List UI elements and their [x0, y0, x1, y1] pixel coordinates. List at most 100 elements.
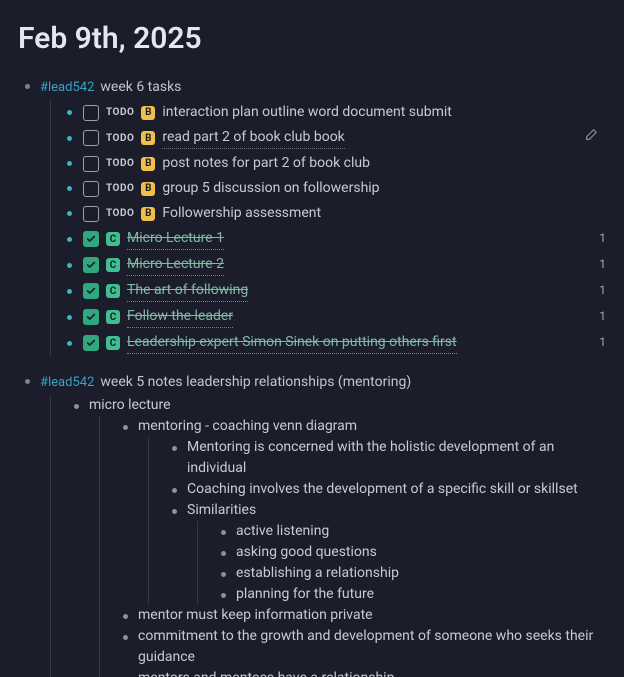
todo-label: TODO: [106, 206, 134, 221]
bullet-icon: [67, 237, 72, 242]
todo-label: TODO: [106, 105, 134, 120]
priority-badge: B: [141, 182, 155, 196]
task-checkbox[interactable]: [83, 283, 99, 299]
spacer: [18, 356, 606, 370]
section-header: week 6 tasks: [100, 77, 181, 98]
note-item[interactable]: Coaching involves the development of a s…: [165, 479, 606, 500]
note-item[interactable]: micro lecture mentoring - coaching venn d…: [67, 395, 606, 677]
note-text: commitment to the growth and development…: [138, 628, 593, 665]
task-row[interactable]: TODO Bpost notes for part 2 of book club: [67, 151, 606, 176]
task-row[interactable]: C Micro Lecture 2 1: [67, 252, 606, 278]
todo-label: TODO: [106, 156, 134, 171]
note-text: Coaching involves the development of a s…: [187, 481, 578, 497]
bullet-icon: [67, 110, 72, 115]
task-text: Followership assessment: [162, 203, 321, 224]
bullet-icon: [67, 186, 72, 191]
priority-badge: B: [141, 131, 155, 145]
note-item[interactable]: active listening: [214, 521, 606, 542]
bullet-icon: [67, 161, 72, 166]
task-row[interactable]: TODO Binteraction plan outline word docum…: [67, 100, 606, 125]
task-text[interactable]: Follow the leader: [127, 306, 233, 328]
note-children: Mentoring is concerned with the holistic…: [165, 437, 606, 605]
ref-count: 1: [599, 255, 606, 273]
note-text: Mentoring is concerned with the holistic…: [187, 439, 554, 476]
bullet-icon: [67, 289, 72, 294]
task-text[interactable]: Micro Lecture 2: [127, 254, 224, 276]
bullet-icon: [67, 136, 72, 141]
ref-count: 1: [599, 333, 606, 351]
todo-label: TODO: [106, 181, 134, 196]
note-text: active listening: [236, 523, 329, 539]
task-row[interactable]: TODO B Followership assessment: [67, 201, 606, 226]
page-title: Feb 9th, 2025: [18, 16, 606, 61]
note-text: mentor must keep information private: [138, 607, 373, 623]
note-text: mentors and mentees have a relationship: [138, 670, 394, 677]
note-item[interactable]: asking good questions: [214, 542, 606, 563]
note-item[interactable]: commitment to the growth and development…: [116, 626, 606, 668]
note-children: mentoring - coaching venn diagram Mentori…: [116, 416, 606, 677]
todo-label: TODO: [106, 131, 134, 146]
hashtag-lead542[interactable]: #lead542: [40, 373, 94, 393]
task-text[interactable]: read part 2 of book club book: [162, 127, 344, 149]
bullet-icon: [67, 315, 72, 320]
task-checkbox[interactable]: [83, 335, 99, 351]
priority-badge: C: [106, 258, 120, 272]
bullet-icon: [67, 211, 72, 216]
priority-badge: B: [141, 106, 155, 120]
task-row[interactable]: TODO Bread part 2 of book club book: [67, 125, 606, 151]
note-text: planning for the future: [236, 586, 374, 602]
ref-count: 1: [599, 229, 606, 247]
task-text[interactable]: Leadership expert Simon Sinek on putting…: [127, 332, 457, 354]
task-row[interactable]: C Leadership expert Simon Sinek on puttin…: [67, 330, 606, 356]
task-row[interactable]: C Follow the leader 1: [67, 304, 606, 330]
task-checkbox[interactable]: [83, 206, 99, 222]
task-checkbox[interactable]: [83, 309, 99, 325]
note-item[interactable]: establishing a relationship: [214, 563, 606, 584]
note-text: asking good questions: [236, 544, 377, 560]
note-text: mentoring - coaching venn diagram: [138, 418, 357, 434]
priority-badge: B: [141, 207, 155, 221]
task-row[interactable]: C The art of following 1: [67, 278, 606, 304]
task-row[interactable]: TODO Bgroup 5 discussion on followership: [67, 176, 606, 201]
note-children: active listening asking good questions est…: [214, 521, 606, 605]
priority-badge: C: [106, 232, 120, 246]
task-text: interaction plan outline word document s…: [162, 102, 452, 123]
task-text: post notes for part 2 of book club: [162, 153, 370, 174]
note-item[interactable]: Mentoring is concerned with the holistic…: [165, 437, 606, 479]
task-checkbox[interactable]: [83, 130, 99, 146]
note-item[interactable]: mentor must keep information private: [116, 605, 606, 626]
note-text: establishing a relationship: [236, 565, 399, 581]
task-checkbox[interactable]: [83, 257, 99, 273]
task-list: TODO Binteraction plan outline word docum…: [67, 100, 606, 356]
hashtag-lead542[interactable]: #lead542: [40, 78, 94, 98]
note-text: micro lecture: [89, 397, 171, 413]
priority-badge: C: [106, 310, 120, 324]
ref-count: 1: [599, 281, 606, 299]
task-checkbox[interactable]: [83, 105, 99, 121]
note-item[interactable]: planning for the future: [214, 584, 606, 605]
section-header: week 5 notes leadership relationships (m…: [100, 372, 411, 393]
task-checkbox[interactable]: [83, 156, 99, 172]
priority-badge: C: [106, 284, 120, 298]
task-checkbox[interactable]: [83, 231, 99, 247]
task-checkbox[interactable]: [83, 181, 99, 197]
section-week6[interactable]: #lead542 week 6 tasks TODO Binteraction p…: [18, 75, 606, 356]
note-item[interactable]: mentoring - coaching venn diagram Mentori…: [116, 416, 606, 605]
note-text: Similarities: [187, 502, 256, 518]
section-week5[interactable]: #lead542 week 5 notes leadership relatio…: [18, 370, 606, 677]
task-text[interactable]: The art of following: [127, 280, 248, 302]
note-item[interactable]: mentors and mentees have a relationship: [116, 668, 606, 677]
priority-badge: C: [106, 336, 120, 350]
note-item[interactable]: Similarities active listening asking good …: [165, 500, 606, 605]
notes-list: micro lecture mentoring - coaching venn d…: [67, 395, 606, 677]
page-root: Feb 9th, 2025 #lead542 week 6 tasks TODO…: [0, 0, 624, 677]
priority-badge: B: [141, 157, 155, 171]
bullet-icon: [67, 341, 72, 346]
task-text[interactable]: Micro Lecture 1: [127, 228, 224, 250]
outline-root: #lead542 week 6 tasks TODO Binteraction p…: [18, 75, 606, 677]
task-row[interactable]: C Micro Lecture 1 1: [67, 226, 606, 252]
ref-count: 1: [599, 307, 606, 325]
task-text: group 5 discussion on followership: [162, 178, 379, 199]
bullet-icon: [67, 263, 72, 268]
edit-icon[interactable]: [584, 128, 598, 149]
